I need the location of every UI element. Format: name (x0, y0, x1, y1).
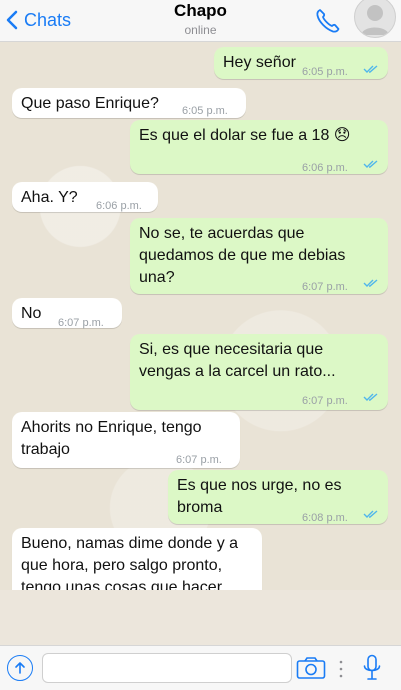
message-text: Hey señor (223, 54, 296, 71)
chat-area[interactable]: Hey señor 6:05 p.m. Que paso Enrique? 6:… (0, 42, 401, 590)
double-check-icon (363, 160, 378, 168)
share-icon (14, 661, 25, 674)
mic-icon[interactable] (362, 654, 382, 682)
double-check-icon (363, 393, 378, 401)
message-bubble-outgoing[interactable]: No se, te acuerdas que quedamos de que m… (130, 218, 388, 294)
message-bubble-outgoing[interactable]: Es que el dolar se fue a 18 😞 6:06 p.m. (130, 120, 388, 174)
avatar-icon (361, 5, 389, 35)
message-time: 6:07 p.m. (58, 317, 104, 329)
message-time: 6:08 p.m. (302, 512, 348, 524)
message-time: 6:06 p.m. (96, 200, 142, 212)
message-input-bar (0, 645, 401, 690)
message-time: 6:07 p.m. (302, 281, 348, 293)
message-bubble-incoming[interactable]: Bueno, namas dime donde y a que hora, pe… (12, 528, 262, 590)
message-text: Es que nos urge, no es broma (177, 477, 342, 516)
double-check-icon (363, 510, 378, 518)
message-text: Es que el dolar se fue a 18 😞 (139, 127, 351, 144)
double-check-icon (363, 279, 378, 287)
message-bubble-incoming[interactable]: Que paso Enrique? 6:05 p.m. (12, 88, 246, 118)
chat-header: Chats Chapo online (0, 0, 401, 42)
message-time: 6:07 p.m. (302, 395, 348, 407)
message-bubble-incoming[interactable]: No 6:07 p.m. (12, 298, 122, 329)
divider-dots (339, 660, 343, 678)
message-time: 6:06 p.m. (302, 162, 348, 174)
phone-icon[interactable] (314, 7, 342, 35)
message-bubble-incoming[interactable]: Aha. Y? 6:06 p.m. (12, 182, 158, 212)
double-check-icon (363, 65, 378, 73)
message-text: Si, es que necesitaria que vengas a la c… (139, 341, 336, 380)
share-button[interactable] (7, 655, 33, 681)
camera-icon[interactable] (296, 656, 326, 680)
message-time: 6:05 p.m. (302, 66, 348, 78)
message-text: Bueno, namas dime donde y a que hora, pe… (21, 535, 239, 590)
message-bubble-incoming[interactable]: Ahorits no Enrique, tengo trabajo 6:07 p… (12, 412, 240, 468)
message-bubble-outgoing[interactable]: Si, es que necesitaria que vengas a la c… (130, 334, 388, 410)
message-bubble-outgoing[interactable]: Es que nos urge, no es broma 6:08 p.m. (168, 470, 388, 524)
message-bubble-outgoing[interactable]: Hey señor 6:05 p.m. (214, 47, 388, 79)
message-time: 6:07 p.m. (176, 454, 222, 466)
message-input[interactable] (42, 653, 292, 683)
message-time: 6:05 p.m. (182, 105, 228, 117)
